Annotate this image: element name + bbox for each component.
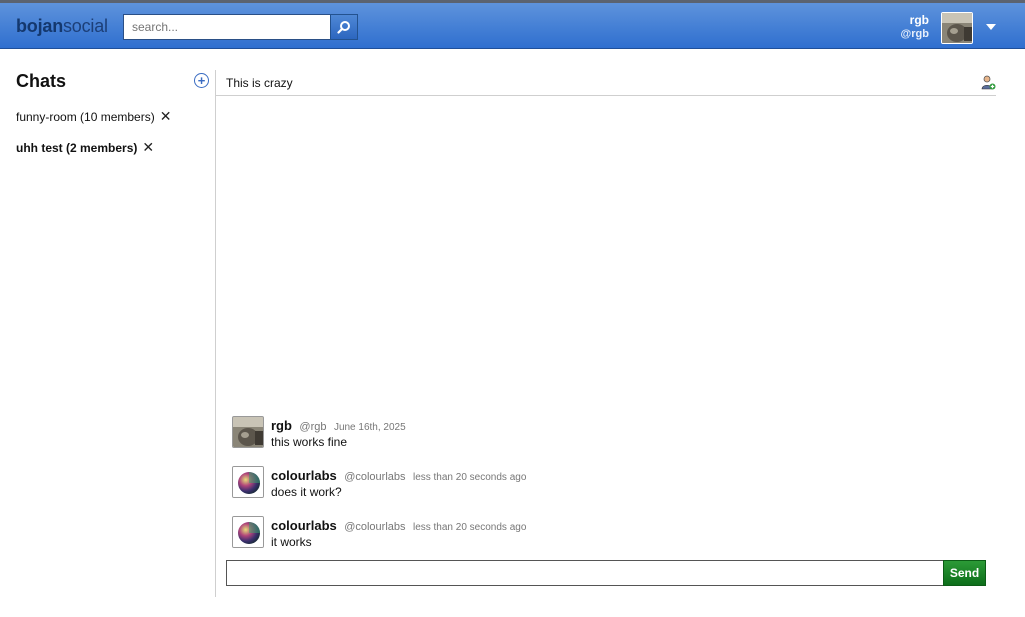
top-bar: bojansocial rgb @rgb — [0, 0, 1025, 49]
chat-header-divider — [216, 95, 996, 96]
chat-title: This is crazy — [226, 76, 293, 90]
send-button[interactable]: Send — [943, 560, 986, 586]
sidebar-title: Chats — [16, 71, 67, 91]
message-timestamp: June 16th, 2025 — [333, 422, 406, 433]
message-handle[interactable]: @colourlabs — [344, 471, 405, 483]
user-avatar[interactable] — [941, 12, 973, 44]
close-icon[interactable]: ✕ — [160, 108, 172, 125]
chat-list-item-funny-room[interactable]: funny-room (10 members) ✕ — [16, 108, 171, 125]
search-icon — [337, 21, 350, 34]
search-input[interactable] — [123, 14, 331, 40]
message-item: rgb @rgb June 16th, 2025 this works fine — [232, 416, 932, 456]
message-handle[interactable]: @rgb — [299, 421, 326, 433]
current-user-handle[interactable]: @rgb — [849, 28, 929, 40]
chat-list-item-label[interactable]: uhh test (2 members) — [16, 141, 137, 155]
message-text: it works — [271, 535, 312, 549]
search-button[interactable] — [330, 14, 358, 40]
message-text: this works fine — [271, 435, 348, 449]
message-item: colourlabs @colourlabs less than 20 seco… — [232, 516, 932, 556]
message-author[interactable]: colourlabs — [271, 468, 337, 483]
user-menu-caret-icon[interactable] — [986, 24, 996, 30]
message-input[interactable] — [226, 560, 944, 586]
avatar[interactable] — [232, 516, 264, 548]
chat-list-item-uhh-test[interactable]: uhh test (2 members) ✕ — [16, 139, 154, 156]
message-handle[interactable]: @colourlabs — [344, 521, 405, 533]
message-timestamp: less than 20 seconds ago — [412, 472, 527, 483]
message-author[interactable]: colourlabs — [271, 518, 337, 533]
current-user-name[interactable]: rgb — [849, 13, 929, 27]
message-text: does it work? — [271, 485, 342, 499]
add-chat-icon[interactable]: + — [194, 73, 209, 88]
message-author[interactable]: rgb — [271, 418, 292, 433]
message-timestamp: less than 20 seconds ago — [412, 522, 527, 533]
chat-list-item-label[interactable]: funny-room (10 members) — [16, 110, 155, 124]
avatar[interactable] — [232, 466, 264, 498]
app-logo[interactable]: bojansocial — [16, 16, 108, 37]
add-member-icon[interactable] — [980, 74, 996, 90]
close-icon[interactable]: ✕ — [142, 139, 154, 156]
avatar[interactable] — [232, 416, 264, 448]
message-item: colourlabs @colourlabs less than 20 seco… — [232, 466, 932, 506]
